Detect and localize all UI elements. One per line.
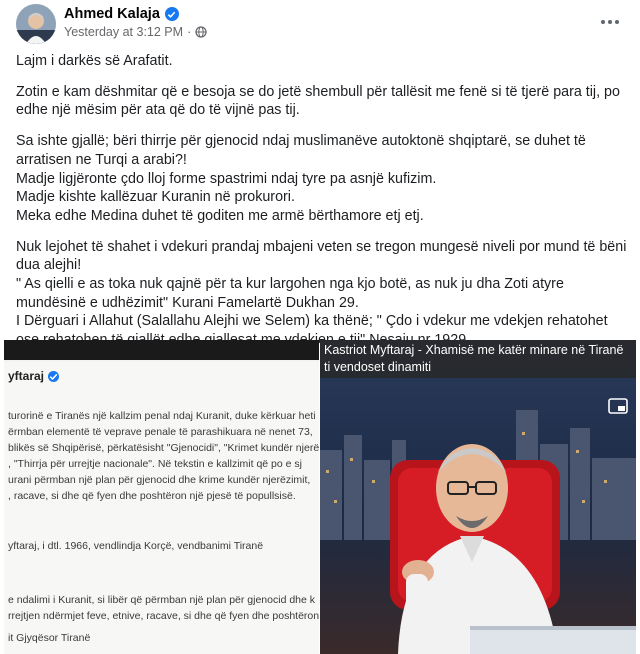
paragraph-1: Lajm i darkës së Arafatit. [16, 52, 628, 71]
facebook-post: Ahmed Kalaja Yesterday at 3:12 PM · Lajm… [0, 0, 640, 654]
document-line: rrejtjen ndërmjet feve, etnive, racave, … [8, 610, 319, 622]
photo-top-bar [4, 340, 319, 360]
document-line: it Gjyqësor Tiranë [8, 632, 91, 644]
text-line: Zotin e kam dëshmitar që e besoja se do … [16, 83, 620, 119]
document-line: urani përmban një plan për gjenocid dhe … [8, 474, 311, 486]
paragraph-3: Sa ishte gjallë; bëri thirrje për gjenoc… [16, 132, 628, 226]
author-avatar[interactable] [16, 4, 56, 44]
document-screenshot: yftaraj turorinë e Tiranës një kallzim p… [4, 362, 319, 654]
text-line: Madje ligjëronte çdo lloj forme spastrim… [16, 170, 437, 187]
document-header: yftaraj [8, 369, 60, 383]
author-name[interactable]: Ahmed Kalaja [64, 6, 160, 22]
document-line: turorinë e Tiranës një kallzim penal nda… [8, 410, 316, 422]
text-line: Nuk lejohet të shahet i vdekuri prandaj … [16, 238, 627, 274]
paragraph-2: Zotin e kam dëshmitar që e besoja se do … [16, 83, 628, 120]
document-line: blikës së Shqipërisë, përkatësisht "Gjen… [8, 442, 319, 454]
picture-in-picture-icon[interactable] [608, 398, 628, 414]
post-photo-document[interactable]: yftaraj turorinë e Tiranës një kallzim p… [4, 340, 319, 654]
more-dot-icon [615, 20, 619, 24]
post-body: Lajm i darkës së Arafatit. Zotin e kam d… [16, 52, 628, 350]
globe-icon [195, 26, 207, 38]
document-line: yftaraj, i dtl. 1966, vendlindja Korçë, … [8, 540, 264, 552]
meta-separator: · [187, 25, 192, 39]
document-author: yftaraj [8, 369, 45, 383]
document-line: ërmban elementë të veprave penale të par… [8, 426, 313, 438]
text-line: " As qielli e as toka nuk qajnë për ta k… [16, 276, 564, 311]
more-options-button[interactable] [598, 10, 622, 34]
document-line: e ndalimi i Kuranit, si libër që përmban… [8, 594, 316, 606]
verified-badge-icon [164, 7, 179, 21]
text-line: Lajm i darkës së Arafatit. [16, 53, 173, 69]
post-header: Ahmed Kalaja Yesterday at 3:12 PM · [0, 0, 640, 46]
post-timestamp[interactable]: Yesterday at 3:12 PM [64, 25, 183, 39]
avatar-photo [16, 4, 56, 44]
document-line: , "Thirrja për urrejtje nacionale". Në t… [8, 458, 302, 470]
text-line: Madje kishte kallëzuar Kuranin në prokur… [16, 189, 295, 206]
post-meta: Yesterday at 3:12 PM · [64, 25, 207, 39]
video-caption: Kastriot Myftaraj - Xhamisë me katër min… [320, 340, 636, 378]
post-photo-video-still[interactable]: Kastriot Myftaraj - Xhamisë me katër min… [320, 340, 636, 654]
text-line: Sa ishte gjallë; bëri thirrje për gjenoc… [16, 133, 586, 168]
text-line: Meka edhe Medina duhet të goditen me arm… [16, 207, 424, 224]
document-line: , racave, si dhe që fyen dhe poshtëron n… [8, 490, 296, 502]
more-dot-icon [601, 20, 605, 24]
author-name-row: Ahmed Kalaja [64, 6, 179, 22]
verified-badge-icon [48, 371, 60, 382]
paragraph-4: Nuk lejohet të shahet i vdekuri prandaj … [16, 238, 628, 350]
more-dot-icon [608, 20, 612, 24]
studio-scene [320, 340, 636, 654]
